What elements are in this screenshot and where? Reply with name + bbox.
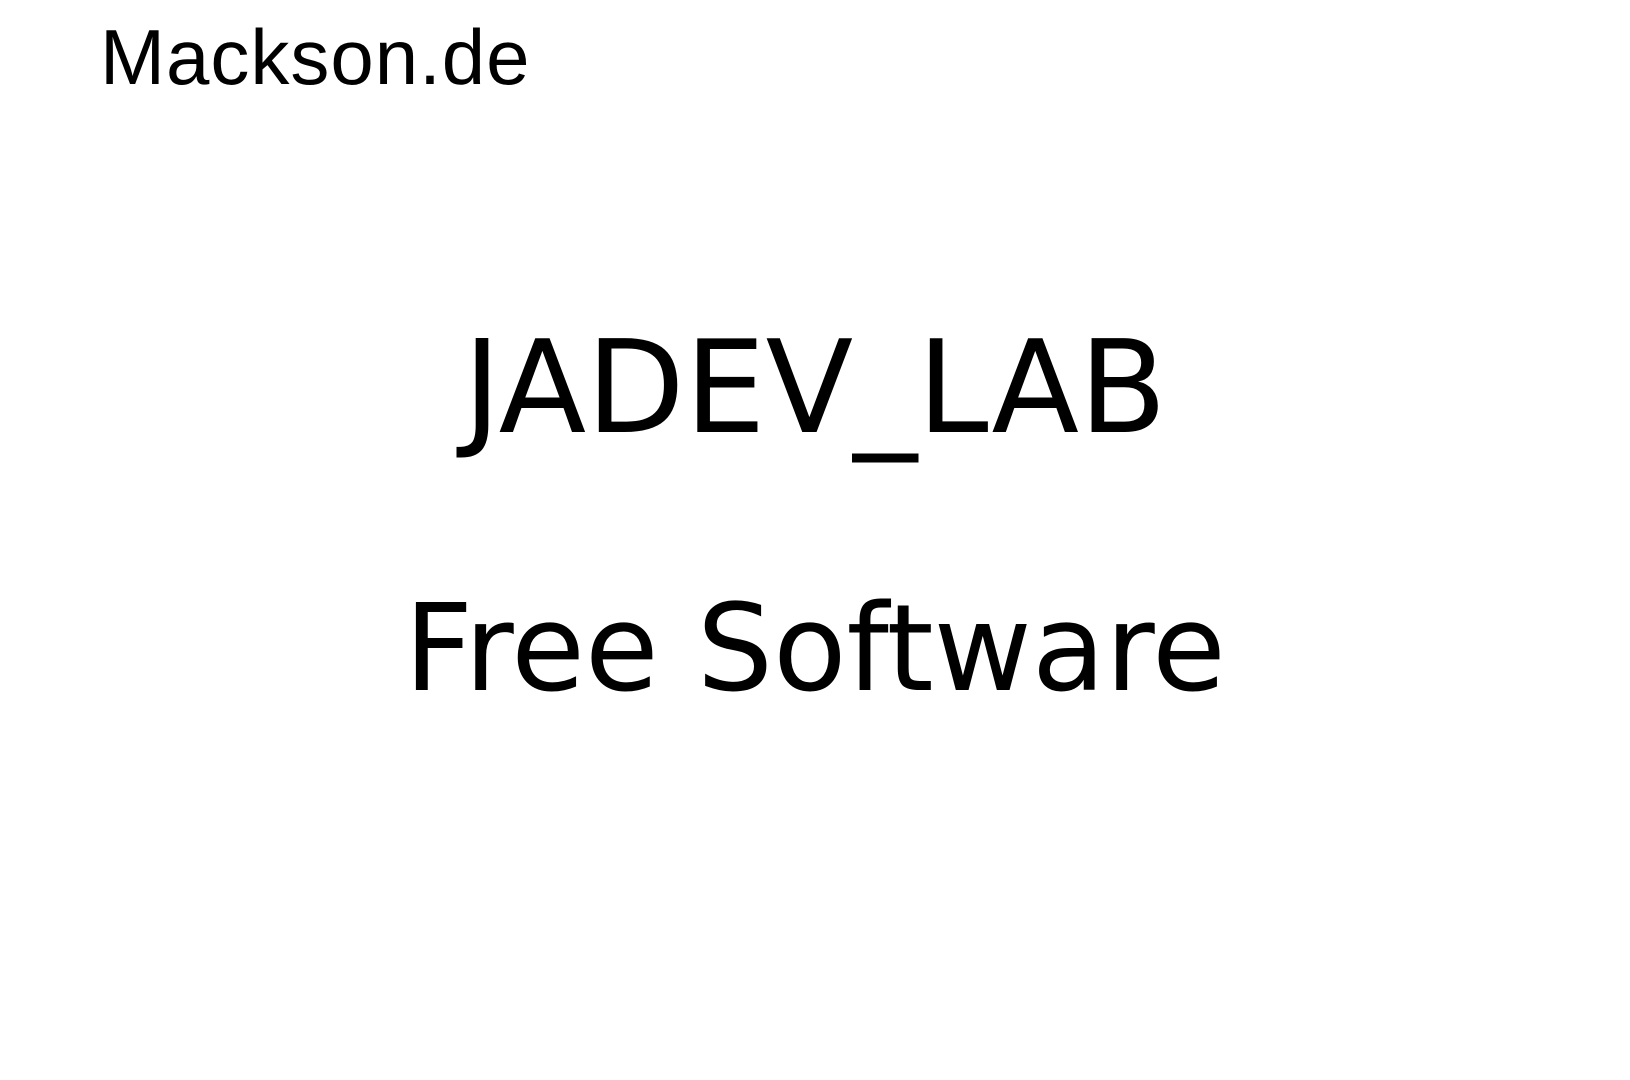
site-logo-link[interactable]: Mackson.de [100,18,531,96]
page-subtitle: Free Software [404,580,1226,719]
page-title: JADEV_LAB [463,314,1167,463]
